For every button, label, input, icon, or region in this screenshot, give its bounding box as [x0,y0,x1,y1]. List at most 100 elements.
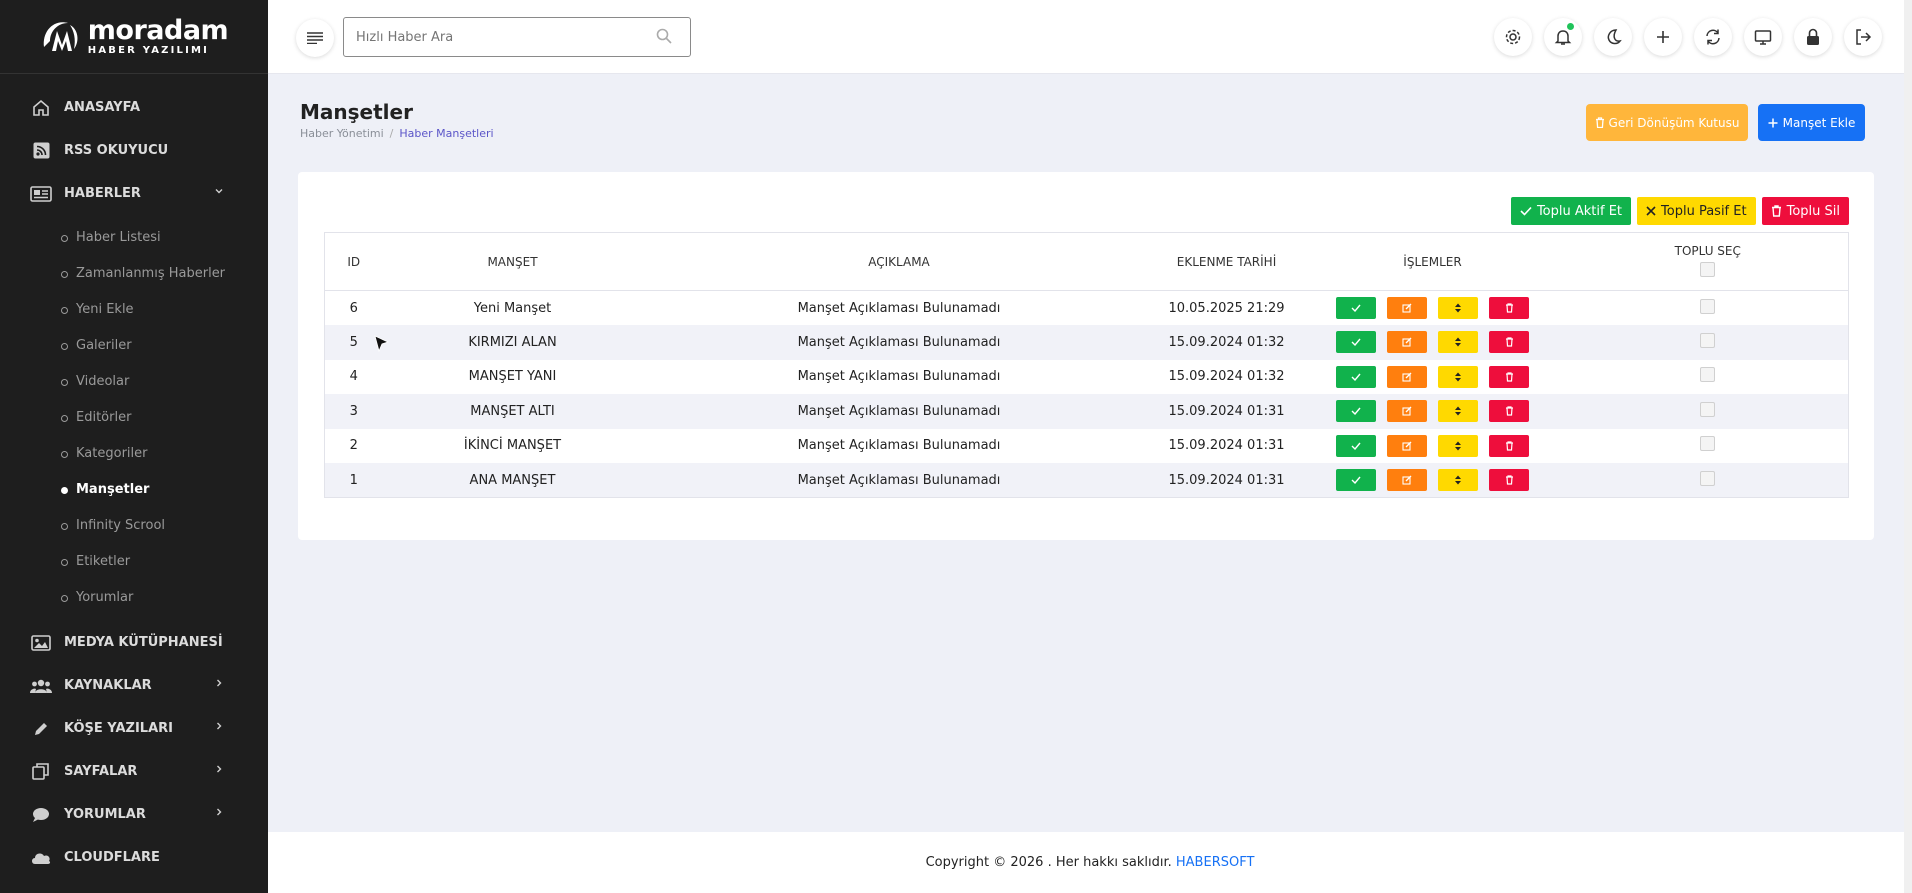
toggle-status-button[interactable] [1336,434,1376,457]
bulk-deactivate-button[interactable]: Toplu Pasif Et [1637,197,1756,225]
sidebar-sub-mansetler[interactable]: Manşetler [0,471,268,507]
pen-icon [30,720,52,738]
delete-button[interactable] [1489,469,1529,491]
sidebar-item-rss[interactable]: RSS OKUYUCU [0,129,268,172]
reorder-button[interactable] [1438,297,1478,319]
sidebar-sub-yorumlar[interactable]: Yorumlar [0,579,268,615]
edit-button[interactable] [1387,365,1427,388]
row-select-checkbox[interactable] [1700,367,1716,383]
reorder-button[interactable] [1438,400,1478,423]
toggle-status-button[interactable] [1336,400,1376,423]
toggle-status-button[interactable] [1336,365,1376,388]
row-select-checkbox[interactable] [1700,332,1716,348]
breadcrumb: Haber Yönetimi / Haber Manşetleri [300,127,494,140]
breadcrumb-item[interactable]: Haber Yönetimi [300,127,384,140]
sidebar-sub-editorler[interactable]: Editörler [0,399,268,435]
delete-button[interactable] [1489,331,1529,354]
dark-mode-button[interactable] [1594,18,1632,56]
sidebar-item-kaynaklar[interactable]: KAYNAKLAR [0,664,268,707]
row-select-checkbox[interactable] [1700,470,1716,486]
delete-button[interactable] [1489,434,1529,457]
column-header-description: AÇIKLAMA [642,232,1156,291]
toggle-status-button[interactable] [1336,297,1376,319]
recycle-bin-button[interactable]: Geri Dönüşüm Kutusu [1586,104,1748,141]
sidebar-sub-yeni-ekle[interactable]: Yeni Ekle [0,291,268,327]
sidebar-item-kose-yazilari[interactable]: KÖŞE YAZILARI [0,707,268,750]
sidebar-item-medya[interactable]: MEDYA KÜTÜPHANESİ [0,621,268,664]
cell-description: Manşet Açıklaması Bulunamadı [642,359,1156,394]
logo-title: moradam [87,15,229,46]
refresh-button[interactable] [1694,18,1732,56]
reorder-button[interactable] [1438,331,1478,354]
cell-select [1567,290,1849,325]
cell-description: Manşet Açıklaması Bulunamadı [642,325,1156,360]
notifications-button[interactable] [1544,18,1582,56]
row-select-checkbox[interactable] [1700,436,1716,452]
column-header-id: ID [324,232,383,291]
menu-toggle-button[interactable] [296,19,334,57]
cell-date: 15.09.2024 01:32 [1155,359,1298,394]
users-icon [30,677,52,695]
reorder-button[interactable] [1438,365,1478,388]
edit-button[interactable] [1387,297,1427,319]
search-input[interactable] [344,29,644,45]
search-icon[interactable] [656,28,672,44]
sidebar-nav: ANASAYFA RSS OKUYUCU HABERLER Haber List… [0,74,268,879]
delete-button[interactable] [1489,297,1529,319]
logo-mark-icon [43,21,78,51]
plus-icon [1768,118,1778,127]
reorder-button[interactable] [1438,434,1478,457]
delete-button[interactable] [1489,400,1529,423]
newspaper-icon [30,185,52,203]
add-headline-button[interactable]: Manşet Ekle [1758,104,1865,141]
headlines-card: Toplu Aktif Et Toplu Pasif Et Toplu Sil … [298,172,1874,540]
cell-actions [1297,290,1568,325]
moon-icon [1607,29,1622,45]
bulk-activate-button[interactable]: Toplu Aktif Et [1510,197,1632,225]
cell-date: 10.05.2025 21:29 [1155,290,1298,325]
sidebar-sub-kategoriler[interactable]: Kategoriler [0,435,268,471]
edit-button[interactable] [1387,400,1427,423]
column-header-title: MANŞET [382,232,643,291]
table-row: 5 KIRMIZI ALAN Manşet Açıklaması Bulunam… [324,325,1849,360]
logout-button[interactable] [1844,18,1882,56]
row-select-checkbox[interactable] [1700,298,1716,314]
sidebar-sub-galeriler[interactable]: Galeriler [0,327,268,363]
sidebar-sub-haber-listesi[interactable]: Haber Listesi [0,219,268,255]
sidebar-item-yorumlar[interactable]: YORUMLAR [0,793,268,836]
row-select-checkbox[interactable] [1700,401,1716,417]
sidebar-sub-videolar[interactable]: Videolar [0,363,268,399]
bulk-delete-button[interactable]: Toplu Sil [1761,197,1849,225]
sort-icon [1455,406,1461,416]
sidebar-item-anasayfa[interactable]: ANASAYFA [0,86,268,129]
page-scrollbar[interactable] [1904,0,1912,893]
cell-actions [1297,463,1568,498]
cell-select [1567,325,1849,360]
edit-button[interactable] [1387,434,1427,457]
sidebar-sub-zamanlanmis[interactable]: Zamanlanmış Haberler [0,255,268,291]
lock-button[interactable] [1794,18,1832,56]
select-all-checkbox[interactable] [1700,261,1716,277]
sidebar-item-haberler[interactable]: HABERLER [0,172,268,215]
sidebar-sub-etiketler[interactable]: Etiketler [0,543,268,579]
reorder-button[interactable] [1438,469,1478,491]
cell-actions [1297,394,1568,429]
table-row: 6 Yeni Manşet Manşet Açıklaması Bulunama… [324,290,1849,325]
edit-button[interactable] [1387,331,1427,354]
sidebar-sub-infinity-scrool[interactable]: Infinity Scrool [0,507,268,543]
toggle-status-button[interactable] [1336,469,1376,491]
sidebar-item-label: SAYFALAR [64,764,138,779]
settings-button[interactable] [1494,18,1532,56]
delete-button[interactable] [1489,365,1529,388]
table-header-row: ID MANŞET AÇIKLAMA EKLENME TARİHİ İŞLEML… [324,232,1849,291]
footer-brand-link[interactable]: HABERSOFT [1176,855,1255,870]
add-button[interactable] [1644,18,1682,56]
view-site-button[interactable] [1744,18,1782,56]
sidebar-item-cloudflare[interactable]: CLOUDFLARE [0,836,268,879]
edit-button[interactable] [1387,469,1427,491]
toggle-status-button[interactable] [1336,331,1376,354]
gear-icon [1505,29,1521,45]
sidebar-item-sayfalar[interactable]: SAYFALAR [0,750,268,793]
brand-logo[interactable]: moradam HABER YAZILIMI [0,0,268,74]
cell-title: MANŞET ALTI [382,394,643,429]
